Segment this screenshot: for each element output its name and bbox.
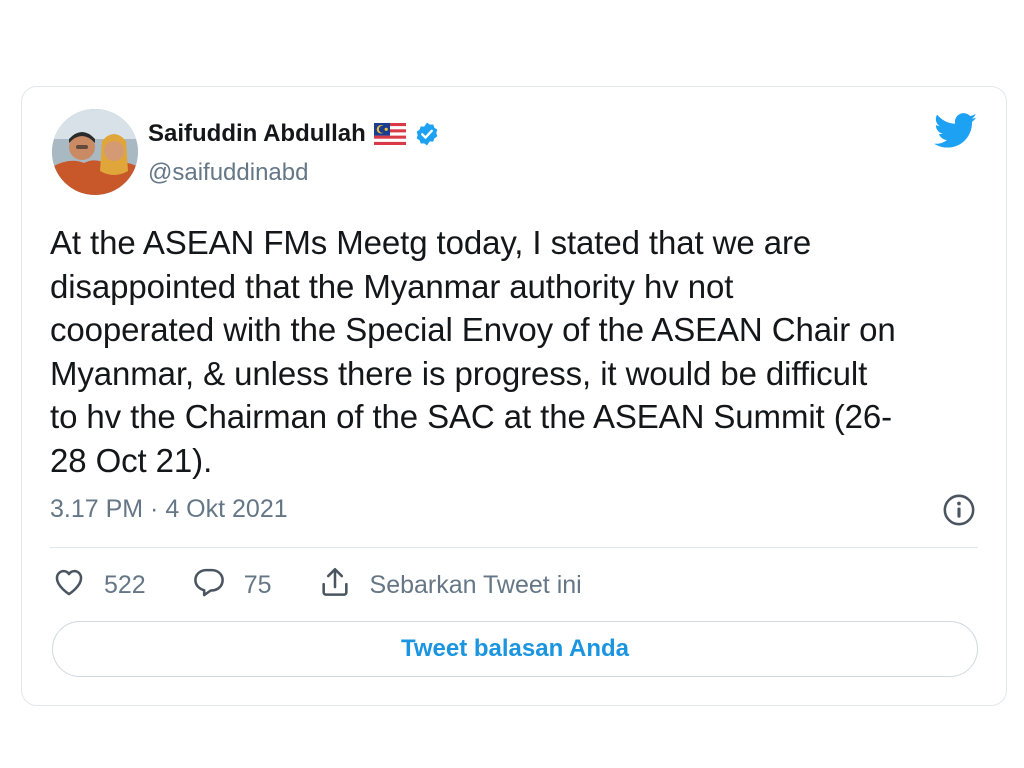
info-icon[interactable] <box>942 493 976 527</box>
twitter-bird-icon[interactable] <box>934 113 978 149</box>
share-button[interactable]: Sebarkan Tweet ini <box>318 565 582 606</box>
share-label: Sebarkan Tweet ini <box>369 570 582 599</box>
malaysia-flag-icon <box>373 123 406 145</box>
like-count: 522 <box>104 570 146 599</box>
divider <box>50 547 978 548</box>
share-icon <box>318 565 352 606</box>
tweet-text: At the ASEAN FMs Meetg today, I stated t… <box>50 224 896 479</box>
avatar[interactable] <box>52 109 138 195</box>
heart-icon <box>52 565 86 606</box>
author-handle[interactable]: @saifuddinabd <box>148 159 308 187</box>
author-name[interactable]: Saifuddin Abdullah <box>148 120 366 148</box>
action-bar: 522 75 Sebarkan Tweet ini <box>52 565 628 605</box>
reply-tweet-label: Tweet balasan Anda <box>400 635 630 662</box>
tweet-timestamp[interactable]: 3.17 PM · 4 Okt 2021 <box>50 495 288 524</box>
author-row: Saifuddin Abdullah <box>148 119 440 149</box>
reply-count-button[interactable]: 75 <box>192 565 272 606</box>
verified-badge-icon <box>414 121 440 147</box>
tweet-card: Saifuddin Abdullah @saifuddinabd At the … <box>21 86 1007 706</box>
comment-icon <box>192 565 226 606</box>
reply-tweet-button[interactable]: Tweet balasan Anda <box>52 621 978 677</box>
like-button[interactable]: 522 <box>52 565 146 606</box>
reply-count: 75 <box>243 570 272 599</box>
